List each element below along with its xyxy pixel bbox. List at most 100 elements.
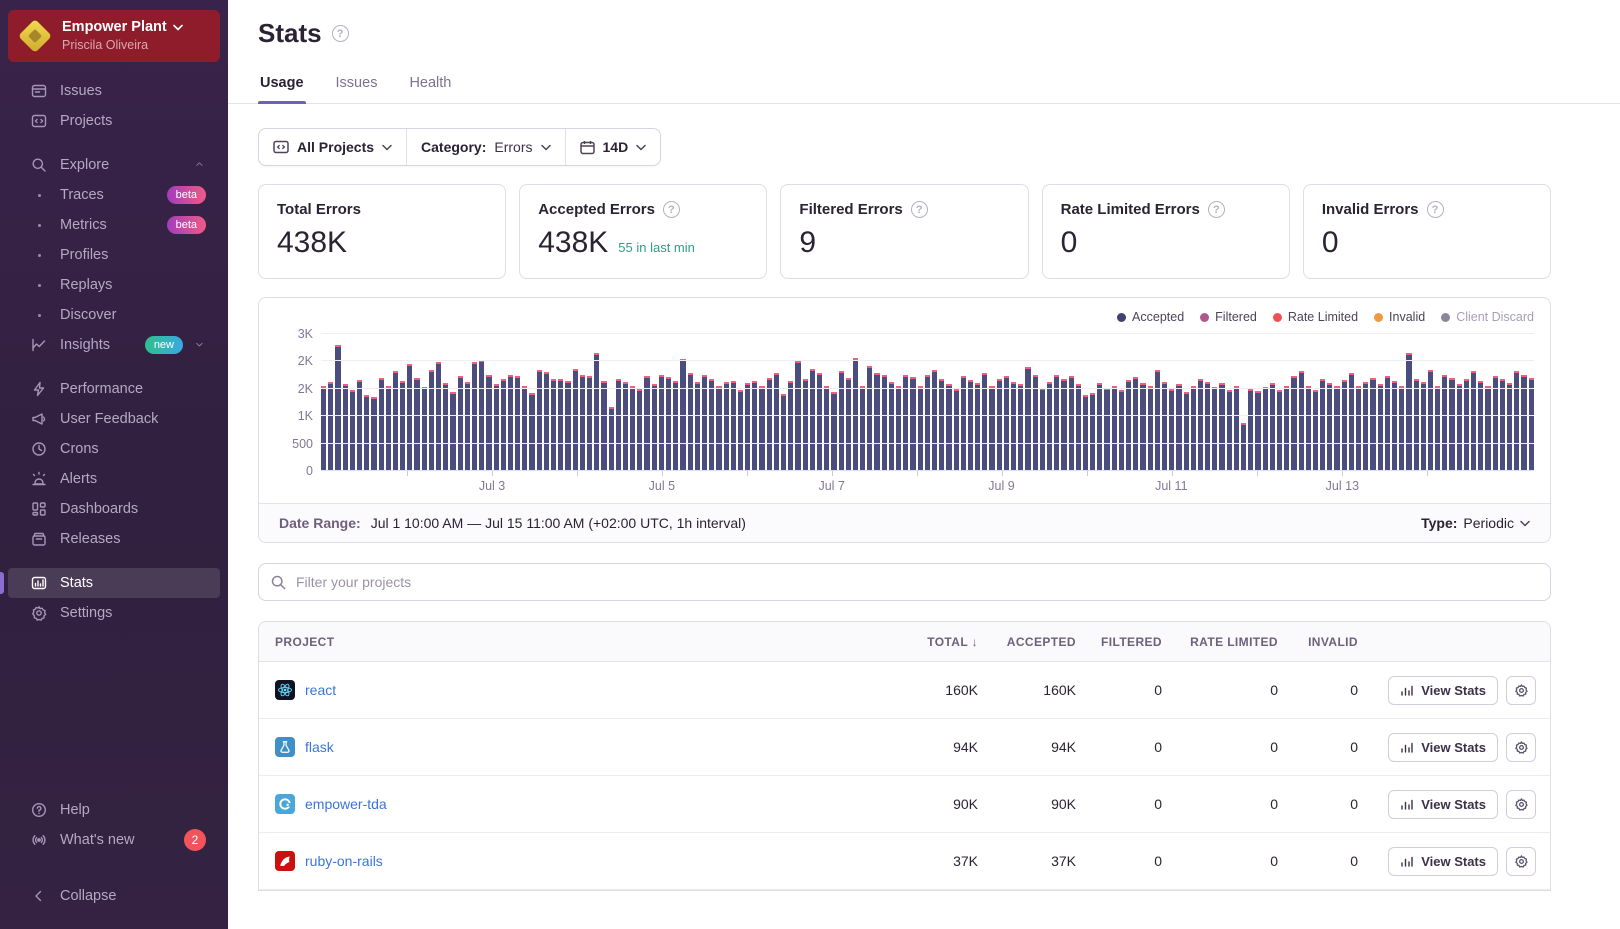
chart-bar[interactable] [565,381,570,471]
chart-bar[interactable] [1327,383,1332,471]
chart-bar[interactable] [1471,371,1476,471]
chart-bar[interactable] [379,378,384,471]
sidebar-item-issues[interactable]: Issues [8,76,220,106]
chart-bar[interactable] [1392,381,1397,471]
chart-bar[interactable] [429,370,434,471]
date-period-selector[interactable]: 14D [565,129,661,165]
chart-bar[interactable] [1356,386,1361,471]
chart-bar[interactable] [1406,353,1411,471]
chart-bar[interactable] [810,369,815,471]
chart-bar[interactable] [407,364,412,471]
project-selector[interactable]: All Projects [259,129,406,165]
chart-bar[interactable] [1097,383,1102,471]
chart-bar[interactable] [1370,378,1375,471]
chart-bar[interactable] [1018,384,1023,471]
chart-bar[interactable] [788,381,793,471]
project-settings-button[interactable] [1506,676,1536,705]
chart-bar[interactable] [724,382,729,471]
chart-bar[interactable] [1198,379,1203,471]
sidebar-item-replays[interactable]: Replays [8,270,220,300]
chart-bar[interactable] [889,382,894,471]
chart-bar[interactable] [831,392,836,471]
legend-client-discard[interactable]: Client Discard [1441,310,1534,324]
project-settings-button[interactable] [1506,847,1536,876]
chart-bar[interactable] [343,384,348,471]
column-header-project[interactable]: PROJECT [259,635,890,649]
sidebar-item-profiles[interactable]: Profiles [8,240,220,270]
chart-bar[interactable] [1025,367,1030,471]
chart-bar[interactable] [839,371,844,471]
chart-bar[interactable] [1104,388,1109,471]
chart-bar[interactable] [616,379,621,471]
org-switcher[interactable]: Empower Plant Priscila Oliveira [8,10,220,62]
chart-bar[interactable] [1069,376,1074,471]
chart-bar[interactable] [975,383,980,471]
chart-bar[interactable] [745,383,750,471]
chart-bar[interactable] [1399,386,1404,471]
project-filter-input[interactable] [296,574,1538,590]
tab-health[interactable]: Health [407,75,453,103]
chart-bar[interactable] [1320,379,1325,471]
chart-bar[interactable] [1342,380,1347,471]
project-link[interactable]: empower-tda [305,796,387,812]
chart-bar[interactable] [1500,379,1505,471]
chart-bar[interactable] [1234,386,1239,471]
chart-bar[interactable] [529,393,534,471]
chart-bar[interactable] [1284,386,1289,471]
chart-bar[interactable] [587,376,592,471]
sidebar-item-stats[interactable]: Stats [8,568,220,598]
help-circle-icon[interactable]: ? [1208,201,1225,218]
chart-bar[interactable] [414,378,419,471]
chart-bar[interactable] [759,386,764,471]
chart-bar[interactable] [695,382,700,471]
chart-bar[interactable] [1162,382,1167,471]
chart-bar[interactable] [321,386,326,471]
chart-bar[interactable] [1363,382,1368,471]
chart-bar[interactable] [436,362,441,471]
view-stats-button[interactable]: View Stats [1388,847,1498,876]
chart-bar[interactable] [580,375,585,471]
chart-bar[interactable] [1176,384,1181,471]
chart-bar[interactable] [1047,382,1052,471]
chart-bar[interactable] [551,379,556,471]
chart-bar[interactable] [393,371,398,471]
chart-bar[interactable] [1083,395,1088,471]
chart-bar[interactable] [609,407,614,471]
chart-bar[interactable] [997,379,1002,471]
chart-bar[interactable] [465,382,470,471]
chart-bar[interactable] [1464,379,1469,471]
chart-bar[interactable] [1299,371,1304,471]
chart-bar[interactable] [1119,390,1124,471]
chart-bar[interactable] [659,375,664,471]
chart-bar[interactable] [932,370,937,471]
chart-bar[interactable] [400,381,405,471]
chart-bar[interactable] [896,386,901,471]
chart-bar[interactable] [1054,375,1059,471]
chart-bar[interactable] [968,380,973,471]
chart-bar[interactable] [1219,383,1224,471]
chart-bar[interactable] [1385,376,1390,471]
chart-bar[interactable] [1493,376,1498,471]
sidebar-item-insights[interactable]: Insightsnew [8,330,220,360]
chart-bar[interactable] [472,362,477,471]
chart-bar[interactable] [515,376,520,471]
legend-invalid[interactable]: Invalid [1374,310,1425,324]
view-stats-button[interactable]: View Stats [1388,676,1498,705]
chart-bar[interactable] [1529,378,1534,471]
sidebar-item-alerts[interactable]: Alerts [8,464,220,494]
chart-bar[interactable] [1277,390,1282,471]
chart-bar[interactable] [450,392,455,471]
chart-bar[interactable] [1421,382,1426,471]
chart-bar[interactable] [946,384,951,471]
chart-bar[interactable] [364,395,369,471]
chart-bar[interactable] [1212,387,1217,471]
legend-filtered[interactable]: Filtered [1200,310,1257,324]
chart-bar[interactable] [1140,383,1145,471]
chart-bar[interactable] [1061,379,1066,471]
help-circle-icon[interactable]: ? [663,201,680,218]
project-link[interactable]: react [305,682,336,698]
chart-bar[interactable] [594,353,599,471]
chart-bar[interactable] [910,377,915,471]
chart-bar[interactable] [1478,381,1483,471]
chart-bar[interactable] [731,381,736,471]
